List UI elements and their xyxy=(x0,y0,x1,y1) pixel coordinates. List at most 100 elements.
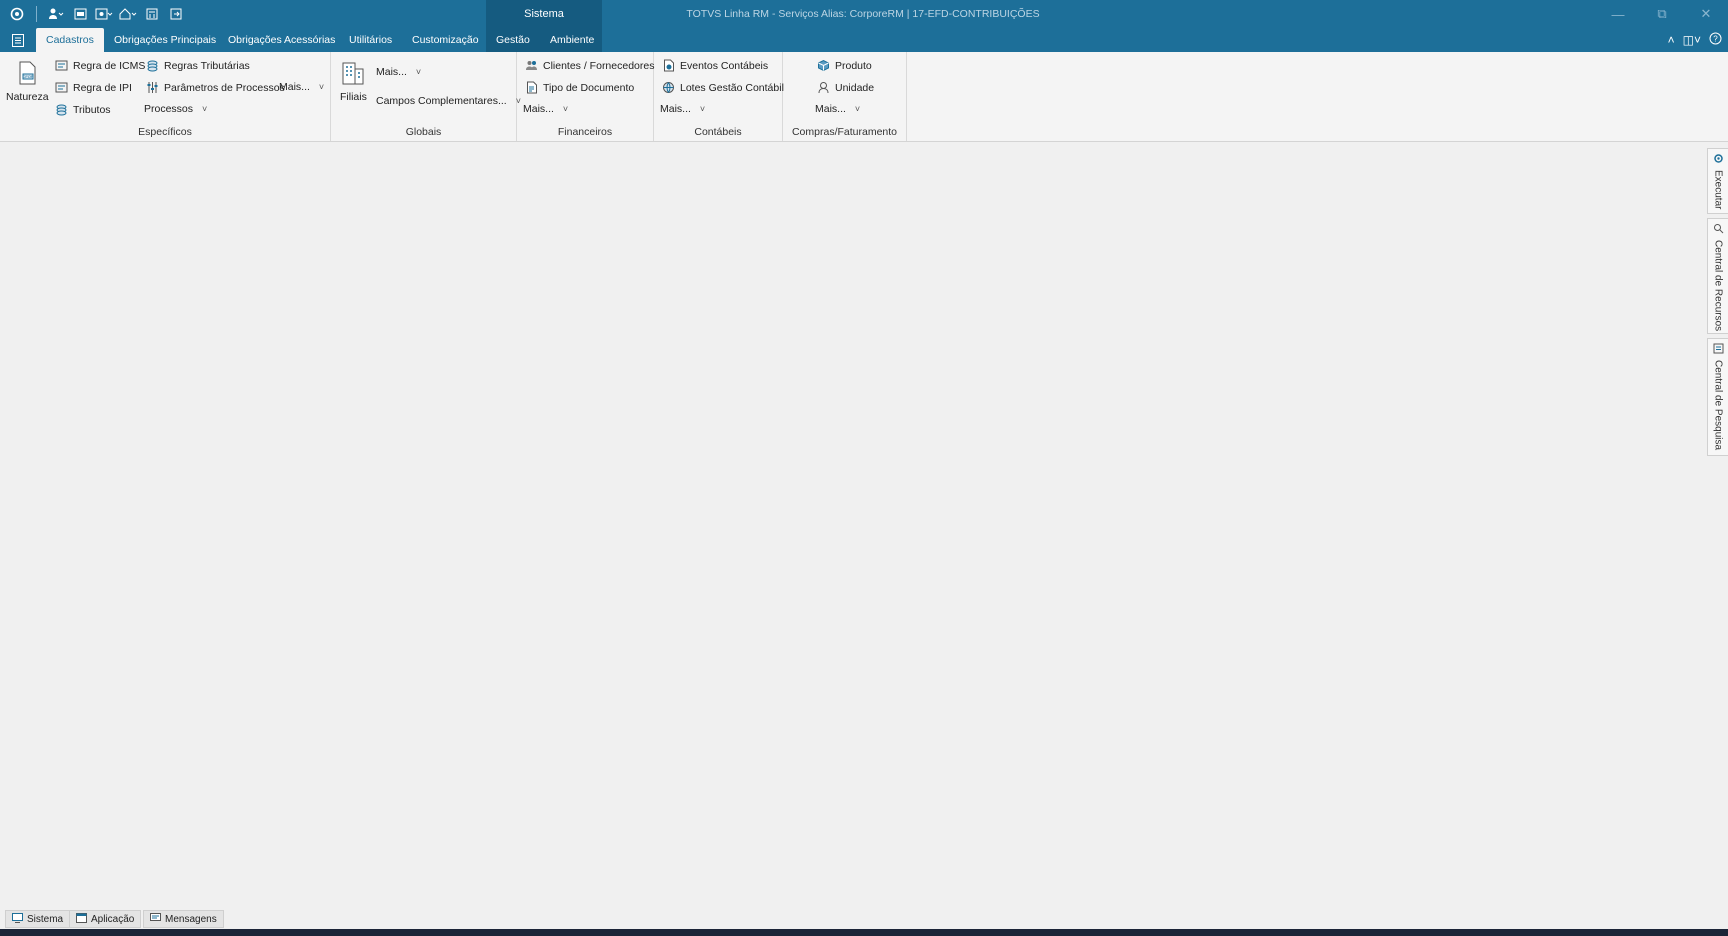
collapse-ribbon-icon[interactable]: ˄ xyxy=(1668,33,1675,47)
minimize-icon[interactable]: — xyxy=(1596,0,1640,28)
coins-icon xyxy=(55,103,68,116)
application-icon xyxy=(76,912,87,926)
group-financeiros: Clientes / Fornecedores Tipo de Document… xyxy=(517,52,654,141)
contabeis-mais-button[interactable]: Mais... ˅ xyxy=(660,103,705,115)
qat-separator xyxy=(36,6,37,22)
lotes-gestao-button[interactable]: Lotes Gestão Contábil xyxy=(662,81,784,94)
layout-icon[interactable]: ◫˅ xyxy=(1683,33,1701,47)
contabeis-mais-label: Mais... xyxy=(660,103,691,115)
group-label-especificos: Específicos xyxy=(138,126,192,138)
status-aplicacao-button[interactable]: Aplicação xyxy=(69,910,142,928)
app-logo-icon[interactable] xyxy=(6,4,28,24)
status-aplicacao-label: Aplicação xyxy=(91,913,135,925)
financeiros-mais-button[interactable]: Mais... ˅ xyxy=(523,103,568,115)
side-panel-label: Central de Pesquisa xyxy=(1712,360,1724,451)
tab-gestao[interactable]: Gestão xyxy=(486,28,540,52)
lotes-gestao-label: Lotes Gestão Contábil xyxy=(680,81,784,94)
home-icon[interactable] xyxy=(117,4,139,24)
svg-text:CFOP: CFOP xyxy=(23,74,34,79)
compras-mais-button[interactable]: Mais... ˅ xyxy=(815,103,860,115)
side-panel-central-pesquisa[interactable]: Central de Pesquisa xyxy=(1707,338,1728,456)
filiais-button[interactable]: Filiais xyxy=(340,60,367,103)
help-icon[interactable]: ? xyxy=(1709,32,1722,48)
processos-button[interactable]: Processos ˅ xyxy=(144,103,207,115)
ribbon: CFOP Natureza Regra de ICMS Regra de IPI… xyxy=(0,52,1728,142)
window-title: TOTVS Linha RM - Serviços Alias: Corpore… xyxy=(686,8,1040,20)
globe-icon xyxy=(662,81,675,94)
side-panel-label: Central de Recursos xyxy=(1712,240,1724,332)
globais-mais-button[interactable]: Mais... ˅ xyxy=(376,66,421,78)
group-especificos: CFOP Natureza Regra de ICMS Regra de IPI… xyxy=(0,52,331,141)
eventos-contabeis-button[interactable]: Eventos Contábeis xyxy=(662,59,768,72)
group-label-compras-faturamento: Compras/Faturamento xyxy=(791,126,898,138)
clientes-fornecedores-label: Clientes / Fornecedores xyxy=(543,59,655,72)
regra-icms-label: Regra de ICMS xyxy=(73,59,146,72)
produto-button[interactable]: Produto xyxy=(817,59,872,72)
tab-cadastros[interactable]: Cadastros xyxy=(36,28,104,52)
group-label-financeiros: Financeiros xyxy=(557,126,613,138)
natureza-icon: CFOP xyxy=(14,60,40,89)
regras-tributarias-button[interactable]: Regras Tributárias xyxy=(146,59,250,72)
status-sistema-label: Sistema xyxy=(27,913,64,925)
search-icon xyxy=(1713,223,1724,237)
workspace xyxy=(0,142,1728,910)
regra-ipi-label: Regra de IPI xyxy=(73,81,132,94)
tab-obrigacoes-acessorias[interactable]: Obrigações Acessórias xyxy=(218,28,345,52)
calculator-icon[interactable] xyxy=(141,4,163,24)
export-icon[interactable] xyxy=(165,4,187,24)
unidade-button[interactable]: Unidade xyxy=(817,81,874,94)
tributos-button[interactable]: Tributos xyxy=(55,103,111,116)
campos-complementares-button[interactable]: Campos Complementares... ˅ xyxy=(376,95,521,107)
monitor-icon xyxy=(12,912,23,926)
users-icon xyxy=(525,59,538,72)
parametros-processos-label: Parâmetros de Processos xyxy=(164,81,285,94)
view-icon[interactable] xyxy=(69,4,91,24)
natureza-button[interactable]: CFOP Natureza xyxy=(6,60,49,103)
chevron-down-icon: ˅ xyxy=(202,104,208,114)
campos-complementares-label: Campos Complementares... xyxy=(376,95,507,107)
tab-utilitarios[interactable]: Utilitários xyxy=(339,28,402,52)
clientes-fornecedores-button[interactable]: Clientes / Fornecedores xyxy=(525,59,654,72)
restore-icon[interactable]: ⧉ xyxy=(1640,0,1684,28)
rule-icon xyxy=(55,81,68,94)
app-menu-icon[interactable] xyxy=(8,31,28,49)
tab-obrigacoes-principais[interactable]: Obrigações Principais xyxy=(104,28,226,52)
box-icon xyxy=(817,59,830,72)
side-panel-executar[interactable]: Executar xyxy=(1707,148,1728,214)
rule-icon xyxy=(55,59,68,72)
quick-access-toolbar xyxy=(6,0,187,28)
unit-icon xyxy=(817,81,830,94)
sliders-icon xyxy=(146,81,159,94)
group-globais: Filiais Mais... ˅ Campos Complementares.… xyxy=(331,52,521,141)
coins-icon xyxy=(146,59,159,72)
user-icon[interactable] xyxy=(45,4,67,24)
close-icon[interactable]: ✕ xyxy=(1684,0,1728,28)
tab-customizacao[interactable]: Customização xyxy=(402,28,489,52)
window-icon[interactable] xyxy=(93,4,115,24)
ribbon-controls: ˄ ◫˅ ? xyxy=(1668,28,1722,52)
side-panel-central-recursos[interactable]: Central de Recursos xyxy=(1707,218,1728,334)
tributos-label: Tributos xyxy=(73,103,111,116)
status-mensagens-label: Mensagens xyxy=(165,913,217,925)
tab-ambiente[interactable]: Ambiente xyxy=(540,28,604,52)
regra-icms-button[interactable]: Regra de ICMS xyxy=(55,59,145,72)
tipo-documento-button[interactable]: Tipo de Documento xyxy=(525,81,634,94)
ribbon-tab-bar: Cadastros Obrigações Principais Obrigaçõ… xyxy=(0,28,1728,52)
chevron-down-icon: ˅ xyxy=(318,82,325,92)
building-icon xyxy=(340,60,366,89)
regra-ipi-button[interactable]: Regra de IPI xyxy=(55,81,132,94)
status-mensagens-button[interactable]: Mensagens xyxy=(143,910,224,928)
especificos-mais-button[interactable]: Mais... ˅ xyxy=(279,81,324,93)
eventos-contabeis-label: Eventos Contábeis xyxy=(680,59,769,72)
group-compras-faturamento: Produto Unidade Mais... ˅ Compras/Fatura… xyxy=(783,52,907,141)
parametros-processos-button[interactable]: Parâmetros de Processos xyxy=(146,81,285,94)
os-taskbar xyxy=(0,929,1728,936)
chevron-down-icon: ˅ xyxy=(415,67,422,77)
tipo-documento-label: Tipo de Documento xyxy=(543,81,635,94)
status-sistema-button[interactable]: Sistema xyxy=(5,910,71,928)
financeiros-mais-label: Mais... xyxy=(523,103,554,115)
panel-icon xyxy=(1713,343,1724,357)
chevron-down-icon: ˅ xyxy=(699,104,706,114)
processos-label: Processos xyxy=(144,103,194,115)
group-contabeis: Eventos Contábeis Lotes Gestão Contábil … xyxy=(654,52,784,141)
